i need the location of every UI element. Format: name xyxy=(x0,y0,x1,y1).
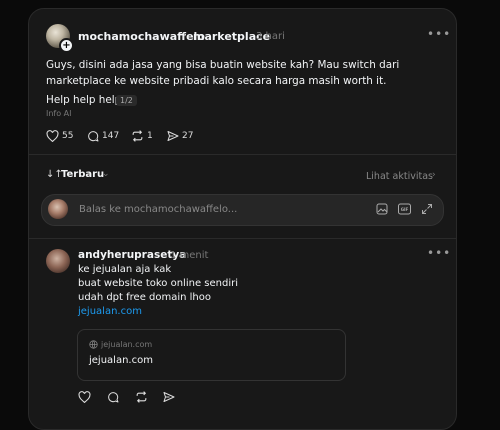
share-icon[interactable] xyxy=(167,130,179,142)
reply-line: udah dpt free domain lhoo xyxy=(78,292,212,303)
gif-icon[interactable]: GIF xyxy=(398,203,411,215)
sort-chevron-down-icon[interactable]: ⌄ xyxy=(102,169,110,179)
reply-link[interactable]: jejualan.com xyxy=(78,305,142,319)
comment-icon[interactable] xyxy=(87,130,99,142)
divider xyxy=(29,154,456,155)
reply-time: 1 menit xyxy=(170,250,209,261)
follow-plus-icon[interactable]: + xyxy=(59,38,74,53)
reply-line: buat website toko online sendiri xyxy=(78,278,238,289)
reply-line: ke jejualan aja kak xyxy=(78,264,172,275)
comment-count: 147 xyxy=(102,131,120,141)
post-subtext: Help help help xyxy=(46,94,122,106)
page-indicator[interactable]: 1/2 xyxy=(116,95,137,106)
reply-like-icon[interactable] xyxy=(78,391,91,403)
activity-link[interactable]: Lihat aktivitas xyxy=(366,171,433,182)
reply-more-options-icon[interactable]: ••• xyxy=(427,246,451,260)
like-count: 55 xyxy=(62,131,74,141)
reply-repost-icon[interactable] xyxy=(135,391,148,403)
repost-count: 1 xyxy=(147,131,153,141)
thread-card: + mochamochawaffelo › marketplace 3 hari… xyxy=(28,8,457,430)
info-label[interactable]: Info AI xyxy=(46,109,72,118)
reply-author-avatar[interactable] xyxy=(46,249,70,273)
share-count: 27 xyxy=(182,131,194,141)
reply-comment-icon[interactable] xyxy=(107,391,119,403)
like-icon[interactable] xyxy=(46,130,59,142)
post-text: Guys, disini ada jasa yang bisa buatin w… xyxy=(46,59,400,87)
reply-input[interactable]: Balas ke mochamochawaffelo... xyxy=(79,204,237,215)
post-time: 3 hari xyxy=(256,31,285,42)
breadcrumb-chevron-icon: › xyxy=(183,31,187,41)
reply-share-icon[interactable] xyxy=(163,391,175,403)
image-upload-icon[interactable] xyxy=(376,203,388,215)
globe-icon xyxy=(89,340,98,349)
sort-label[interactable]: Terbaru xyxy=(61,169,104,180)
expand-icon[interactable] xyxy=(421,203,433,215)
divider xyxy=(29,238,456,239)
svg-text:GIF: GIF xyxy=(401,207,409,212)
link-preview-domain: jejualan.com xyxy=(101,340,153,349)
current-user-avatar xyxy=(48,199,68,219)
activity-chevron-icon[interactable]: › xyxy=(432,170,436,180)
link-preview-title: jejualan.com xyxy=(89,355,153,366)
more-options-icon[interactable]: ••• xyxy=(427,27,451,41)
repost-icon[interactable] xyxy=(131,130,144,142)
